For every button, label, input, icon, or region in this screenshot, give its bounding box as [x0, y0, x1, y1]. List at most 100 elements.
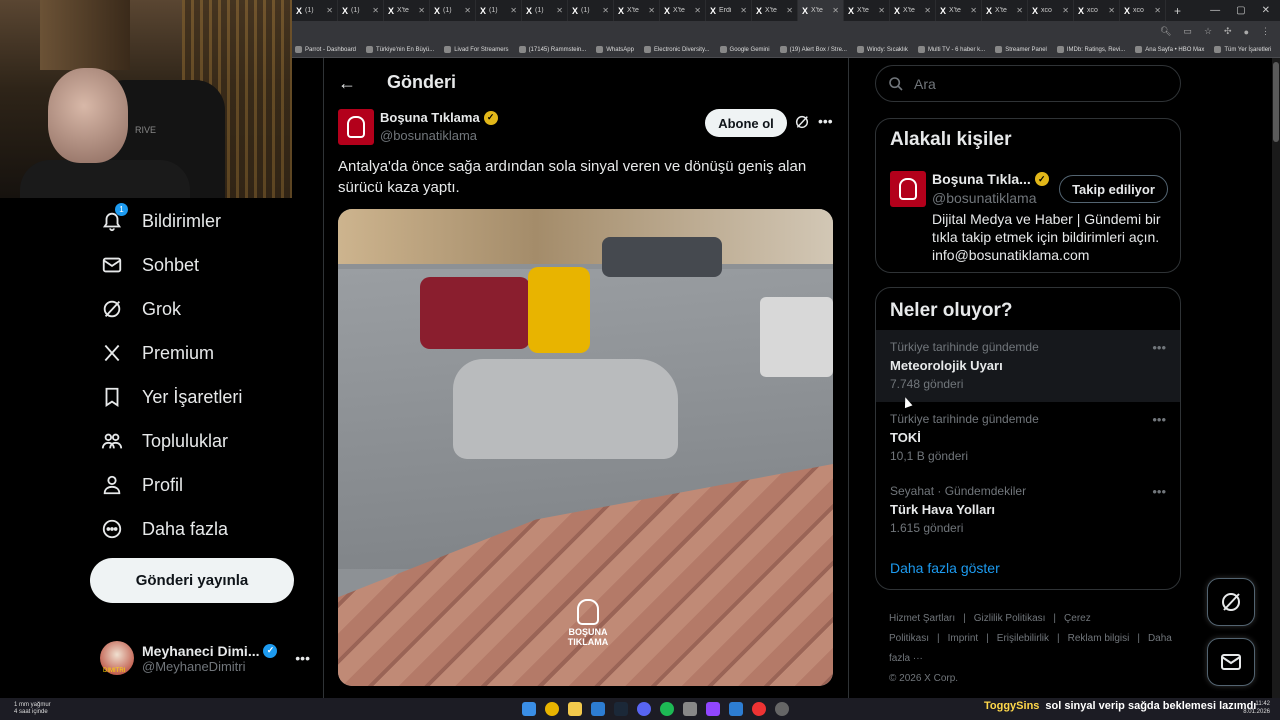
chrome-icon[interactable] — [545, 702, 559, 716]
bookmark-item[interactable]: Ana Sayfa • HBO Max — [1135, 46, 1204, 53]
browser-tab[interactable]: X X'te ✕ — [660, 0, 706, 21]
close-tab-icon[interactable]: ✕ — [372, 6, 379, 15]
close-tab-icon[interactable]: ✕ — [832, 6, 839, 15]
related-avatar[interactable] — [890, 171, 926, 207]
nav-item-notifications[interactable]: 1 Bildirimler — [100, 203, 221, 236]
browser-tab[interactable]: X X'te ✕ — [798, 0, 844, 21]
footer-link[interactable]: Erişilebilirlik — [997, 633, 1049, 644]
browser-tab[interactable]: X X'te ✕ — [982, 0, 1028, 21]
minimize-icon[interactable]: — — [1210, 5, 1220, 16]
app-icon[interactable] — [706, 702, 720, 716]
nav-item-profile[interactable]: Profil — [100, 470, 183, 500]
author-avatar[interactable] — [338, 109, 374, 145]
more-horizontal-icon[interactable]: ••• — [818, 113, 833, 129]
browser-tab[interactable]: X (1) ✕ — [292, 0, 338, 21]
bookmark-item[interactable]: Google Gemini — [719, 46, 770, 53]
close-tab-icon[interactable]: ✕ — [510, 6, 517, 15]
browser-tab[interactable]: X X'te ✕ — [890, 0, 936, 21]
more-horizontal-icon[interactable]: ••• — [295, 650, 310, 666]
close-tab-icon[interactable]: ✕ — [326, 6, 333, 15]
trend-item[interactable]: Türkiye tarihinde gündemde Meteorolojik … — [876, 330, 1180, 402]
close-tab-icon[interactable]: ✕ — [1108, 6, 1115, 15]
app-icon[interactable] — [775, 702, 789, 716]
close-tab-icon[interactable]: ✕ — [694, 6, 701, 15]
nav-item-grok[interactable]: Grok — [100, 294, 181, 324]
close-tab-icon[interactable]: ✕ — [464, 6, 471, 15]
close-tab-icon[interactable]: ✕ — [924, 6, 931, 15]
bookmark-item[interactable]: (17145) Rammstein... — [518, 46, 586, 53]
messages-fab[interactable] — [1207, 638, 1255, 686]
post-video[interactable]: BOŞUNA TIKLAMA — [338, 209, 833, 686]
account-switcher[interactable]: DIMITRI Meyhaneci Dimi... ✓ @MeyhaneDimit… — [100, 638, 310, 678]
more-horizontal-icon[interactable]: ••• — [1152, 340, 1166, 355]
bookmark-item[interactable]: Electronic Diversity... — [643, 46, 710, 53]
close-tab-icon[interactable]: ✕ — [602, 6, 609, 15]
bookmark-item[interactable]: IMDb: Ratings, Revi... — [1056, 46, 1125, 53]
scrollbar-thumb[interactable] — [1273, 62, 1279, 142]
footer-link[interactable]: Hizmet Şartları — [889, 613, 955, 624]
footer-link[interactable]: Reklam bilgisi — [1068, 633, 1130, 644]
close-tab-icon[interactable]: ✕ — [1154, 6, 1161, 15]
related-name-row[interactable]: Boşuna Tıkla... ✓ — [932, 171, 1049, 187]
new-tab-button[interactable]: + — [1166, 4, 1189, 18]
app-icon[interactable] — [683, 702, 697, 716]
bookmark-item[interactable]: Türkiye'nin En Büyü... — [366, 46, 434, 53]
close-tab-icon[interactable]: ✕ — [1062, 6, 1069, 15]
bookmark-item[interactable]: Livad For Streamers — [444, 46, 509, 53]
close-tab-icon[interactable]: ✕ — [418, 6, 425, 15]
following-button[interactable]: Takip ediliyor — [1059, 175, 1168, 203]
nav-item-more[interactable]: Daha fazla — [100, 514, 228, 544]
discord-icon[interactable] — [637, 702, 651, 716]
steam-icon[interactable] — [614, 702, 628, 716]
maximize-icon[interactable]: ▢ — [1236, 5, 1245, 16]
bookmark-item[interactable]: Parrot - Dashboard — [295, 46, 356, 53]
nav-item-premium[interactable]: Premium — [100, 338, 214, 368]
author-handle[interactable]: @bosunatiklama — [380, 128, 477, 143]
grok-icon[interactable] — [794, 114, 810, 135]
spotify-icon[interactable] — [660, 702, 674, 716]
bookmark-item[interactable]: Windy: Sıcaklık — [856, 46, 908, 53]
browser-tab[interactable]: Xxco ✕ — [1074, 0, 1120, 21]
search-input[interactable] — [914, 75, 1164, 92]
browser-tab[interactable]: X Erdi ✕ — [706, 0, 752, 21]
bookmark-item[interactable]: Tüm Yer İşaretleri — [1214, 46, 1271, 53]
browser-tab[interactable]: X X'te ✕ — [752, 0, 798, 21]
close-tab-icon[interactable]: ✕ — [1016, 6, 1023, 15]
post-button[interactable]: Gönderi yayınla — [90, 558, 294, 603]
star-icon[interactable]: ☆ — [1204, 26, 1212, 37]
cast-icon[interactable]: ▭ — [1183, 26, 1192, 37]
app-icon[interactable] — [591, 702, 605, 716]
menu-icon[interactable]: ⋮ — [1261, 26, 1270, 37]
bookmark-item[interactable]: WhatsApp — [596, 46, 634, 53]
weather-widget[interactable]: 1 mm yağmur 4 saat içinde — [0, 702, 100, 716]
close-tab-icon[interactable]: ✕ — [878, 6, 885, 15]
browser-tab[interactable]: X X'te ✕ — [936, 0, 982, 21]
browser-tab[interactable]: Xxco ✕ — [1028, 0, 1074, 21]
close-tab-icon[interactable]: ✕ — [556, 6, 563, 15]
folder-icon[interactable] — [568, 702, 582, 716]
bookmark-item[interactable]: Streamer Panel — [995, 46, 1047, 53]
browser-tab[interactable]: X (1) ✕ — [522, 0, 568, 21]
footer-link[interactable]: Imprint — [948, 633, 979, 644]
browser-tab[interactable]: X X'te ✕ — [384, 0, 430, 21]
app-icon[interactable] — [729, 702, 743, 716]
search-bar[interactable] — [875, 65, 1181, 102]
close-tab-icon[interactable]: ✕ — [970, 6, 977, 15]
start-icon[interactable] — [522, 702, 536, 716]
trend-item[interactable]: Türkiye tarihinde gündemde TOKİ 10,1 B g… — [876, 402, 1180, 474]
close-tab-icon[interactable]: ✕ — [740, 6, 747, 15]
more-horizontal-icon[interactable]: ••• — [1152, 412, 1166, 427]
show-more-link[interactable]: Daha fazla göster — [890, 560, 1000, 576]
bookmark-item[interactable]: (19) Alert Box / Stre... — [779, 46, 847, 53]
nav-item-bookmarks[interactable]: Yer İşaretleri — [100, 382, 242, 412]
browser-tab[interactable]: X (1) ✕ — [568, 0, 614, 21]
more-horizontal-icon[interactable]: ••• — [1152, 484, 1166, 499]
browser-tab[interactable]: X X'te ✕ — [614, 0, 660, 21]
trend-item[interactable]: Seyahat · Gündemdekiler Türk Hava Yollar… — [876, 474, 1180, 546]
profile-icon[interactable]: ● — [1244, 27, 1249, 37]
bookmark-item[interactable]: Multi TV - 6 haber k... — [917, 46, 985, 53]
close-tab-icon[interactable]: ✕ — [786, 6, 793, 15]
browser-tab[interactable]: X (1) ✕ — [430, 0, 476, 21]
nav-item-chat[interactable]: Sohbet — [100, 250, 199, 280]
close-window-icon[interactable]: ✕ — [1262, 5, 1270, 16]
